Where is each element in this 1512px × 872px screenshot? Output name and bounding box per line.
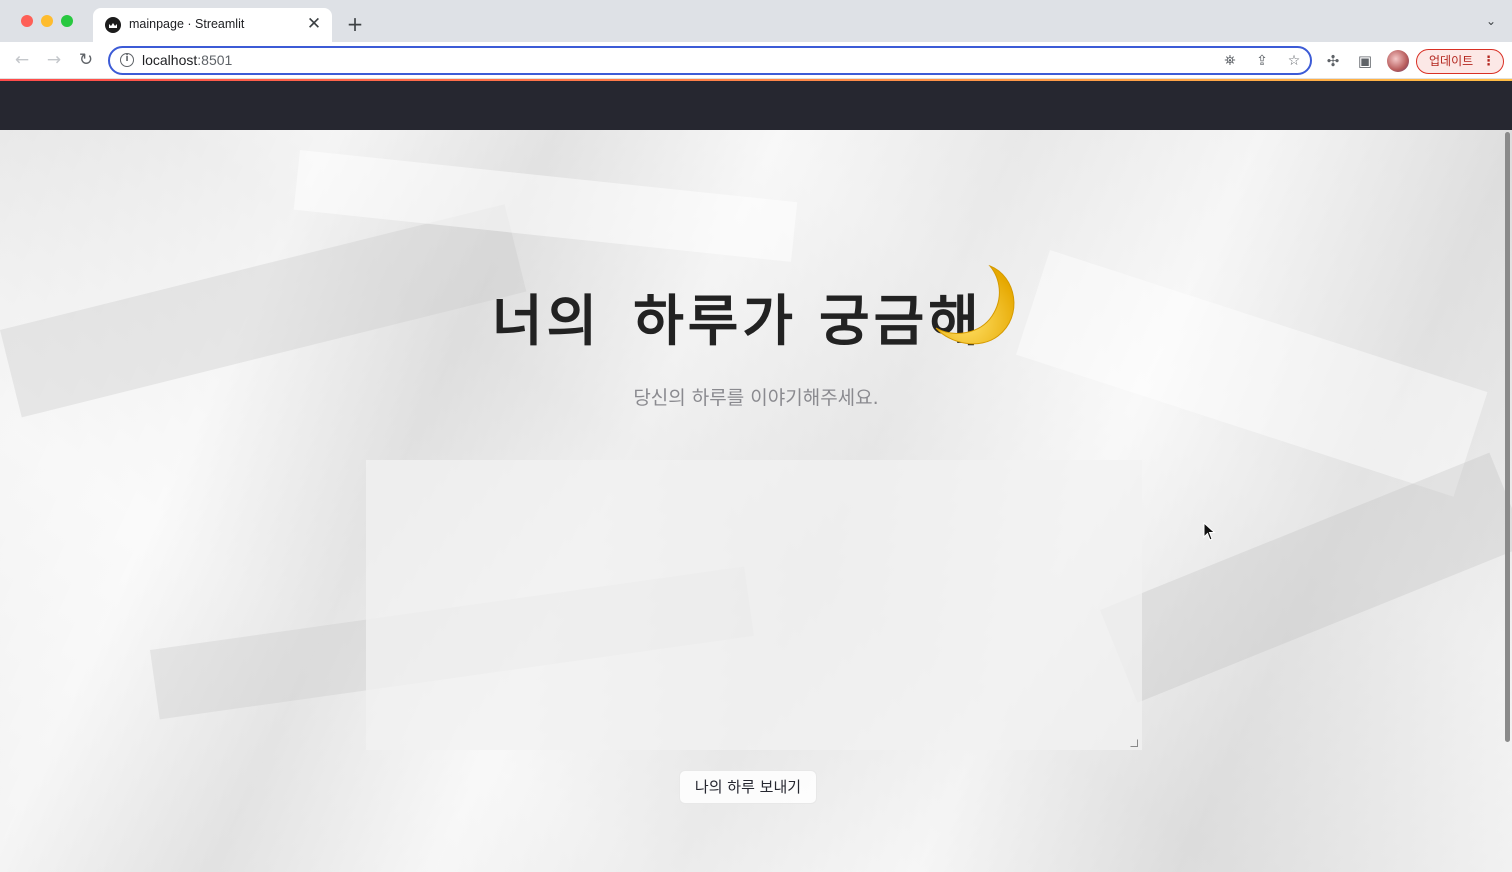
browser-toolbar: ← → ↻ i localhost:8501 ⛯ ⇪ ☆ ✣ ▣ 업데이트 ⋮ bbox=[0, 42, 1512, 79]
streamlit-favicon-icon bbox=[105, 17, 121, 33]
reload-button[interactable]: ↻ bbox=[74, 48, 98, 72]
new-tab-button[interactable]: + bbox=[344, 13, 366, 35]
url-host: localhost bbox=[142, 52, 198, 68]
share-icon[interactable]: ⇪ bbox=[1252, 51, 1272, 71]
bookmark-star-icon[interactable]: ☆ bbox=[1284, 51, 1304, 71]
window-zoom-button[interactable] bbox=[61, 15, 73, 27]
browser-tab-strip: mainpage · Streamlit ✕ + ⌄ bbox=[0, 0, 1512, 42]
page-scrollbar[interactable] bbox=[1505, 132, 1510, 742]
profile-avatar[interactable] bbox=[1387, 50, 1409, 72]
side-panel-icon[interactable]: ▣ bbox=[1354, 50, 1376, 72]
paper-texture bbox=[1100, 452, 1512, 703]
title-word: 하루가 bbox=[633, 288, 798, 353]
send-my-day-button[interactable]: 나의 하루 보내기 bbox=[679, 770, 817, 804]
tab-title: mainpage · Streamlit bbox=[129, 17, 245, 31]
tab-search-chevron-icon[interactable]: ⌄ bbox=[1483, 14, 1499, 30]
url-text[interactable]: localhost:8501 bbox=[142, 52, 232, 68]
page-subtitle: 당신의 하루를 이야기해주세요. bbox=[633, 387, 879, 409]
url-port: :8501 bbox=[197, 52, 233, 68]
streamlit-header bbox=[0, 81, 1512, 130]
day-story-textarea[interactable] bbox=[366, 460, 1142, 750]
back-button[interactable]: ← bbox=[10, 48, 34, 72]
page-title: 너의 하루가 궁금해 bbox=[492, 276, 983, 353]
translate-icon[interactable]: ⛯ bbox=[1220, 51, 1240, 71]
app-main: 너의 하루가 궁금해 당신의 하루를 이야기해주세요. 나의 하루 보내기 bbox=[0, 130, 1512, 872]
title-word: 너의 bbox=[492, 288, 602, 353]
more-menu-icon[interactable]: ⋮ bbox=[1482, 50, 1495, 73]
window-close-button[interactable] bbox=[21, 15, 33, 27]
browser-tab-active[interactable]: mainpage · Streamlit ✕ bbox=[93, 8, 332, 42]
update-label: 업데이트 bbox=[1429, 54, 1474, 68]
extensions-puzzle-icon[interactable]: ✣ bbox=[1322, 50, 1344, 72]
site-info-icon[interactable]: i bbox=[120, 53, 134, 67]
update-button[interactable]: 업데이트 ⋮ bbox=[1416, 49, 1504, 74]
tab-close-icon[interactable]: ✕ bbox=[304, 14, 324, 34]
crescent-moon-icon bbox=[935, 264, 1015, 345]
forward-button[interactable]: → bbox=[42, 48, 66, 72]
address-bar[interactable]: i localhost:8501 ⛯ ⇪ ☆ bbox=[108, 46, 1312, 75]
window-minimize-button[interactable] bbox=[41, 15, 53, 27]
